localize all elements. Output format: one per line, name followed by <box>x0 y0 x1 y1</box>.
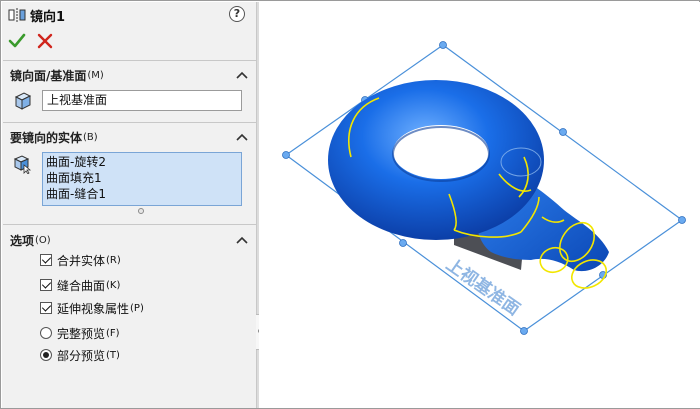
plane-corner-handle[interactable] <box>282 151 290 159</box>
radio-unselected[interactable] <box>40 327 52 339</box>
cancel-x-icon[interactable] <box>36 32 54 50</box>
section-mirror-face-label: 镜向面/基准面 <box>10 68 87 83</box>
section-mirror-face-hotkey: (M) <box>87 69 104 81</box>
merge-bodies-checkbox[interactable]: 合并实体 (R) <box>40 251 121 269</box>
list-item[interactable]: 曲面-缝合1 <box>46 186 238 202</box>
solidworks-window: 镜向1 ? 镜向面/基准面 (M) 上视基准面 要镜向的实体 (B) 曲面-旋转… <box>0 0 700 409</box>
divider <box>3 60 256 61</box>
section-bodies-label: 要镜向的实体 <box>10 130 83 145</box>
section-options-hotkey: (O) <box>35 234 51 246</box>
checkbox-checked[interactable] <box>40 302 52 314</box>
list-resize-grip[interactable] <box>138 208 144 214</box>
divider <box>3 122 256 123</box>
plane-corner-handle[interactable] <box>678 216 686 224</box>
propagate-visual-checkbox[interactable]: 延伸视象属性 (P) <box>40 299 144 317</box>
property-manager: 镜向1 ? 镜向面/基准面 (M) 上视基准面 要镜向的实体 (B) 曲面-旋转… <box>2 2 257 408</box>
feature-title-text: 镜向1 <box>30 9 66 25</box>
section-options-header[interactable]: 选项 (O) <box>10 231 51 249</box>
full-preview-hotkey: (F) <box>106 327 120 339</box>
section-mirror-face-header[interactable]: 镜向面/基准面 (M) <box>10 66 104 84</box>
knit-surfaces-hotkey: (K) <box>106 279 121 291</box>
solid-body-select-icon <box>13 155 32 174</box>
ok-checkmark-icon[interactable] <box>8 32 26 50</box>
model-view: 上视基准面 <box>282 41 686 335</box>
section-bodies-header[interactable]: 要镜向的实体 (B) <box>10 128 98 146</box>
checkbox-checked[interactable] <box>40 254 52 266</box>
plane-corner-handle[interactable] <box>439 41 447 49</box>
section-options-label: 选项 <box>10 233 35 248</box>
mirror-feature-icon <box>8 8 26 22</box>
partial-preview-hotkey: (T) <box>106 349 120 361</box>
merge-bodies-hotkey: (R) <box>106 254 121 266</box>
chevron-up-icon[interactable] <box>235 131 249 143</box>
feature-title: 镜向1 <box>8 6 66 25</box>
mirror-face-field[interactable]: 上视基准面 <box>42 90 242 111</box>
divider <box>3 224 256 225</box>
chevron-up-icon[interactable] <box>235 69 249 81</box>
partial-preview-label: 部分预览 <box>57 348 106 363</box>
graphics-area[interactable]: 上视基准面 <box>259 2 700 408</box>
help-button[interactable]: ? <box>229 6 245 22</box>
full-preview-label: 完整预览 <box>57 326 106 341</box>
full-preview-radio[interactable]: 完整预览 (F) <box>40 324 120 342</box>
plane-corner-handle[interactable] <box>520 327 528 335</box>
partial-preview-radio[interactable]: 部分预览 (T) <box>40 346 120 364</box>
propagate-visual-hotkey: (P) <box>130 302 144 314</box>
torus-hole <box>393 125 489 179</box>
propagate-visual-label: 延伸视象属性 <box>57 301 130 316</box>
plane-edge-handle[interactable] <box>559 128 567 136</box>
radio-selected[interactable] <box>40 349 52 361</box>
chevron-up-icon[interactable] <box>235 234 249 246</box>
list-item[interactable]: 曲面填充1 <box>46 170 238 186</box>
face-plane-icon <box>14 92 32 110</box>
knit-surfaces-checkbox[interactable]: 缝合曲面 (K) <box>40 276 120 294</box>
plane-edge-handle[interactable] <box>399 239 407 247</box>
section-bodies-hotkey: (B) <box>83 131 98 143</box>
list-item[interactable]: 曲面-旋转2 <box>46 154 238 170</box>
knit-surfaces-label: 缝合曲面 <box>57 278 106 293</box>
bodies-to-mirror-list[interactable]: 曲面-旋转2 曲面填充1 曲面-缝合1 <box>42 152 242 206</box>
checkbox-checked[interactable] <box>40 279 52 291</box>
merge-bodies-label: 合并实体 <box>57 253 106 268</box>
